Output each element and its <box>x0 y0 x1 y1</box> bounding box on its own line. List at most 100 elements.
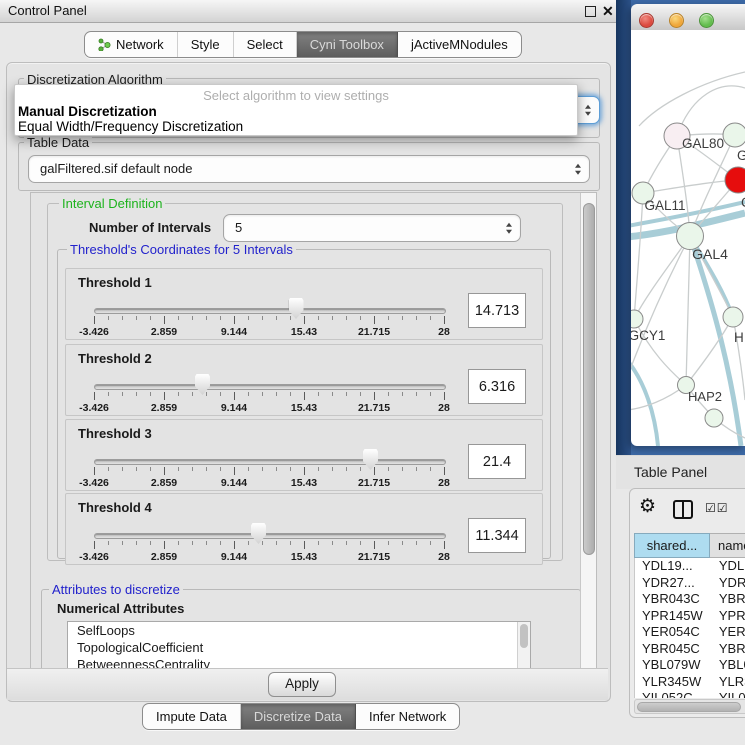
slider-tick-label: 21.715 <box>358 551 390 563</box>
algorithm-option-manual-discretization[interactable]: Manual Discretization <box>15 104 577 119</box>
list-scrollbar-thumb[interactable] <box>520 624 528 648</box>
tab-select[interactable]: Select <box>234 32 297 57</box>
slider-major-tick <box>444 541 445 549</box>
cell-name[interactable]: YER054C <box>711 624 745 641</box>
cell-shared-name[interactable]: YDL19... <box>635 558 711 575</box>
settings-scrollbar-thumb[interactable] <box>583 203 595 555</box>
list-scrollbar[interactable] <box>517 622 530 670</box>
algorithm-option-equal-width-frequency-discretization[interactable]: Equal Width/Frequency Discretization <box>15 119 577 134</box>
slider-minor-tick <box>122 467 123 471</box>
network-canvas[interactable]: GAL80GACGAL11GAL4GCY1HHAP2 <box>631 30 745 446</box>
slider-thumb[interactable] <box>195 374 210 395</box>
slider-minor-tick <box>150 392 151 396</box>
cell-name[interactable]: YBR043C <box>711 591 745 608</box>
table-row[interactable]: YPR145WYPR145W <box>635 608 745 625</box>
minimize-traffic-light[interactable] <box>669 13 684 28</box>
zoom-traffic-light[interactable] <box>699 13 714 28</box>
cell-name[interactable]: YDR27... <box>711 575 745 592</box>
settings-scrollbar[interactable] <box>580 193 596 669</box>
slider-track[interactable] <box>94 459 446 465</box>
network-edge <box>686 236 690 385</box>
cell-shared-name[interactable]: YBL079W <box>635 657 711 674</box>
network-node-ga[interactable] <box>723 123 745 147</box>
cell-shared-name[interactable]: YDR27... <box>635 575 711 592</box>
slider-minor-tick <box>192 316 193 320</box>
table-row[interactable]: YLR345WYLR345W <box>635 674 745 691</box>
slider-minor-tick <box>416 316 417 320</box>
cell-name[interactable]: YBR045C <box>711 641 745 658</box>
slider-minor-tick <box>276 467 277 471</box>
tab-network[interactable]: Network <box>85 32 178 57</box>
cell-shared-name[interactable]: YBR043C <box>635 591 711 608</box>
bottom-tab-discretize-data[interactable]: Discretize Data <box>241 704 356 729</box>
slider-thumb[interactable] <box>363 449 378 470</box>
threshold-value-field[interactable]: 6.316 <box>468 369 526 404</box>
cell-name[interactable]: YIL052C <box>711 690 745 698</box>
cell-shared-name[interactable]: YPR145W <box>635 608 711 625</box>
table-row[interactable]: YER054CYER054C <box>635 624 745 641</box>
number-of-intervals-combo[interactable]: 5 <box>223 214 521 242</box>
float-window-icon[interactable] <box>585 6 596 17</box>
network-node[interactable] <box>705 409 723 427</box>
slider-minor-tick <box>248 467 249 471</box>
table-data-combo[interactable]: galFiltered.sif default node <box>28 155 590 183</box>
slider-minor-tick <box>262 392 263 396</box>
split-columns-icon[interactable] <box>673 500 693 519</box>
column-header-shared-name[interactable]: shared... <box>634 533 710 558</box>
table-row[interactable]: YBR045CYBR045C <box>635 641 745 658</box>
network-window-titlebar[interactable] <box>631 4 745 31</box>
cell-name[interactable]: YBL079W <box>711 657 745 674</box>
tab-style[interactable]: Style <box>178 32 234 57</box>
slider-minor-tick <box>108 392 109 396</box>
cell-name[interactable]: YDL19... <box>711 558 745 575</box>
slider-minor-tick <box>388 316 389 320</box>
slider-minor-tick <box>388 392 389 396</box>
slider-major-tick <box>374 541 375 549</box>
slider-minor-tick <box>290 541 291 545</box>
cell-shared-name[interactable]: YBR045C <box>635 641 711 658</box>
slider-track[interactable] <box>94 308 446 314</box>
cell-shared-name[interactable]: YLR345W <box>635 674 711 691</box>
table-row[interactable]: YBL079WYBL079W <box>635 657 745 674</box>
column-header-name[interactable]: name <box>710 533 745 558</box>
slider-major-tick <box>374 316 375 324</box>
bottom-tab-impute-data[interactable]: Impute Data <box>143 704 241 729</box>
bottom-tab-infer-network[interactable]: Infer Network <box>356 704 459 729</box>
network-node-h[interactable] <box>723 307 743 327</box>
numerical-attributes-list[interactable]: SelfLoopsTopologicalCoefficientBetweenne… <box>67 621 531 670</box>
desktop-shade <box>616 0 631 455</box>
table-row[interactable]: YBR043CYBR043C <box>635 591 745 608</box>
network-node-c[interactable] <box>725 167 745 193</box>
slider-minor-tick <box>430 541 431 545</box>
cell-name[interactable]: YLR345W <box>711 674 745 691</box>
table-row[interactable]: YDR27...YDR27... <box>635 575 745 592</box>
slider-thumb[interactable] <box>251 523 266 544</box>
apply-button[interactable]: Apply <box>268 672 336 697</box>
slider-minor-tick <box>276 392 277 396</box>
slider-minor-tick <box>192 392 193 396</box>
tab-jactivemnodules[interactable]: jActiveMNodules <box>398 32 521 57</box>
table-row[interactable]: YDL19...YDL19... <box>635 558 745 575</box>
table-horizontal-scrollbar[interactable] <box>634 699 745 714</box>
cell-shared-name[interactable]: YER054C <box>635 624 711 641</box>
gear-icon[interactable]: ⚙ <box>639 497 656 516</box>
list-item-selfloops[interactable]: SelfLoops <box>68 622 530 639</box>
threshold-value-field[interactable]: 21.4 <box>468 444 526 479</box>
slider-track[interactable] <box>94 384 446 390</box>
cell-shared-name[interactable]: YIL052C <box>635 690 711 698</box>
slider-major-tick <box>304 467 305 475</box>
select-columns-icon[interactable]: ☑☑ <box>705 501 729 515</box>
close-panel-icon[interactable]: ✕ <box>602 1 614 21</box>
cell-name[interactable]: YPR145W <box>711 608 745 625</box>
tab-cyni-toolbox[interactable]: Cyni Toolbox <box>297 32 398 57</box>
slider-track[interactable] <box>94 533 446 539</box>
slider-minor-tick <box>122 541 123 545</box>
threshold-value-field[interactable]: 11.344 <box>468 518 526 553</box>
hscroll-thumb[interactable] <box>637 702 741 713</box>
network-node-gcy1[interactable] <box>631 310 643 328</box>
table-row[interactable]: YIL052CYIL052C <box>635 690 745 698</box>
threshold-value-field[interactable]: 14.713 <box>468 293 526 328</box>
list-item-topologicalcoefficient[interactable]: TopologicalCoefficient <box>68 639 530 656</box>
close-traffic-light[interactable] <box>639 13 654 28</box>
threshold-label: Threshold 2 <box>78 351 152 366</box>
